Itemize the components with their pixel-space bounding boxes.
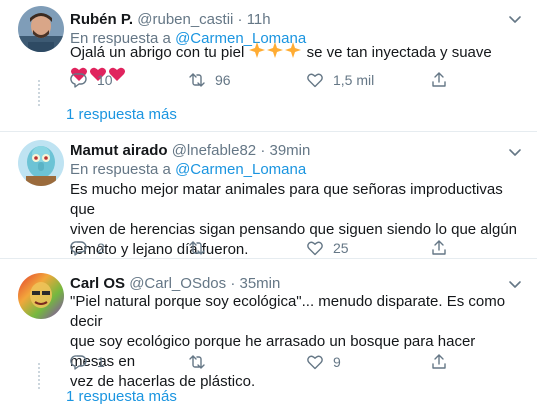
chevron-down-icon[interactable] [507,11,523,27]
tweet-actions: 1 9 [70,352,510,372]
tweet-mamut[interactable]: Mamut airado @lnefable82 · 39min En resp… [0,132,537,258]
separator-dot: · [237,11,243,28]
tweet-text-line: viven de herencias sigan pensando que si… [70,221,518,238]
share-button[interactable] [430,352,448,372]
tweet-header: Carl OS @Carl_OSdos · 35min [70,275,280,292]
avatar[interactable] [18,273,64,319]
share-icon [432,72,446,87]
tweet-header: Rubén P. @ruben_castii · 11h [70,11,271,28]
display-name[interactable]: Mamut airado [70,142,168,159]
reply-count: 1 [97,354,105,370]
reply-icon [70,355,87,370]
avatar[interactable] [18,140,64,186]
tweet-text-part: Ojalá un abrigo con tu piel [70,44,245,61]
tweet-header: Mamut airado @lnefable82 · 39min [70,142,310,159]
like-count: 25 [333,240,349,256]
tweet-text-line: "Piel natural porque soy ecológica"... m… [70,293,506,330]
show-more-replies-link[interactable]: 1 respuesta más [66,106,177,123]
separator-dot: · [260,142,266,159]
tweet-text-part: se ve tan inyectada y suave [306,44,492,61]
retweet-icon [189,73,205,87]
heart-icon [307,73,323,88]
tweet-actions: 2 25 [70,238,510,258]
handle[interactable]: @Carl_OSdos [129,275,226,292]
tweet-carl[interactable]: Carl OS @Carl_OSdos · 35min "Piel natura… [0,259,537,411]
timestamp[interactable]: 35min [239,275,280,292]
timestamp[interactable]: 39min [270,142,311,159]
reply-count: 2 [97,240,105,256]
tweet-text: "Piel natural porque soy ecológica"... m… [70,292,520,392]
share-icon [432,240,446,255]
timestamp[interactable]: 11h [247,11,271,28]
reply-icon [70,241,87,256]
thread-connector [38,80,40,106]
heart-icon [307,241,323,256]
retweet-icon [189,241,205,255]
reply-button[interactable]: 2 [70,238,105,258]
tweet-text-line: Es mucho mejor matar animales para que s… [70,181,503,218]
reply-button[interactable]: 1 [70,352,105,372]
like-count: 9 [333,354,341,370]
retweet-button[interactable]: 96 [188,70,231,90]
like-button[interactable]: 25 [306,238,349,258]
like-count: 1,5 mil [333,72,375,88]
thread-connector [38,363,40,389]
heart-icon [307,355,323,370]
sparkles-emoji [248,42,306,61]
like-button[interactable]: 1,5 mil [306,70,374,90]
reply-count: 10 [97,72,113,88]
retweet-button[interactable] [188,352,215,372]
avatar[interactable] [18,6,64,52]
like-button[interactable]: 9 [306,352,341,372]
retweet-count: 96 [215,72,231,88]
reply-icon [70,73,87,88]
reply-button[interactable]: 10 [70,70,113,90]
display-name[interactable]: Carl OS [70,275,125,292]
retweet-icon [189,355,205,369]
tweet-actions: 10 96 1,5 mil [70,70,510,90]
reply-context: En respuesta a @Carmen_Lomana [70,161,306,178]
separator-dot: · [230,275,236,292]
chevron-down-icon[interactable] [507,276,523,292]
share-button[interactable] [430,70,448,90]
handle[interactable]: @lnefable82 [172,142,256,159]
handle[interactable]: @ruben_castii [137,11,233,28]
show-more-replies-link[interactable]: 1 respuesta más [66,388,177,405]
retweet-button[interactable] [188,238,215,258]
tweet-ruben[interactable]: Rubén P. @ruben_castii · 11h En respuest… [0,0,537,130]
chevron-down-icon[interactable] [507,144,523,160]
share-button[interactable] [430,238,448,258]
mention-link[interactable]: @Carmen_Lomana [175,161,306,178]
reply-prefix: En respuesta a [70,161,171,178]
display-name[interactable]: Rubén P. [70,11,133,28]
share-icon [432,354,446,369]
